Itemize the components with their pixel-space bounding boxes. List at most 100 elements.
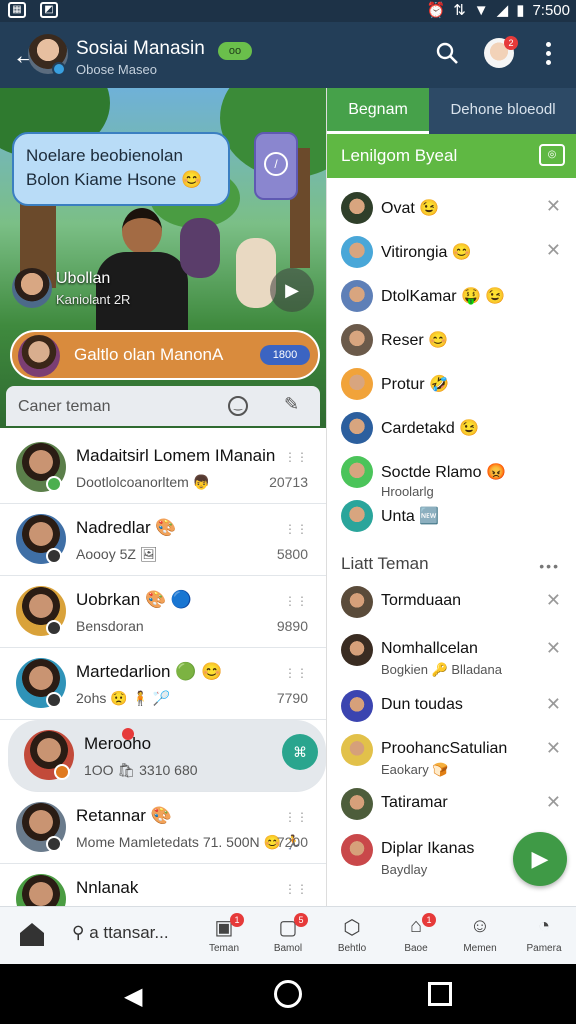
friend-row[interactable]: Tatiramar ✕ bbox=[327, 782, 576, 826]
friend-status: Eaokary 🍞 bbox=[381, 762, 449, 777]
friend-name: Protur 🤣 bbox=[381, 376, 449, 393]
last-message: 1OO 🛍 3310 680 bbox=[84, 762, 198, 778]
nav-item[interactable]: ☺ Memen bbox=[452, 907, 508, 965]
drag-handle-icon[interactable]: ⋮⋮ bbox=[284, 666, 308, 680]
nav-item[interactable]: ▣ Teman 1 bbox=[196, 907, 252, 965]
contact-name: Madaitsirl Lomem IManain bbox=[76, 446, 276, 465]
friend-row[interactable]: Nomhallcelan Bogkien 🔑 Blladana ✕ bbox=[327, 628, 576, 677]
status-dot bbox=[54, 764, 70, 780]
list-item[interactable]: Nnlanak ⋮⋮ bbox=[0, 864, 326, 906]
drag-handle-icon[interactable]: ⋮⋮ bbox=[284, 594, 308, 608]
unread-dot bbox=[122, 728, 134, 740]
avatar bbox=[341, 280, 373, 312]
nav-icon: ◔ bbox=[537, 915, 551, 937]
friend-row[interactable]: ProohancSatulian Eaokary 🍞 ✕ bbox=[327, 728, 576, 777]
home-icon[interactable] bbox=[18, 921, 46, 947]
timestamp: 7200 bbox=[276, 834, 308, 850]
avatar bbox=[341, 500, 373, 532]
friend-row[interactable]: Vitirongia 😊 ✕ bbox=[327, 230, 576, 274]
status-dot bbox=[46, 836, 62, 852]
nav-label: Bamol bbox=[273, 943, 303, 954]
list-item[interactable]: Uobrkan 🎨 🔵 Bensdoran 9890 ⋮⋮ bbox=[0, 576, 326, 648]
contact-name: Nadredlar 🎨 bbox=[76, 518, 177, 537]
list-item[interactable]: Merooho 1OO 🛍 3310 680 ⌘ bbox=[8, 720, 326, 792]
more-menu-icon[interactable] bbox=[544, 42, 552, 68]
recents-icon[interactable] bbox=[428, 982, 452, 1006]
nav-item[interactable]: ⬡ Behtlo bbox=[324, 907, 380, 965]
close-icon[interactable]: ✕ bbox=[546, 240, 561, 261]
avatar[interactable] bbox=[12, 268, 52, 308]
mic-icon[interactable]: ✎ bbox=[284, 394, 308, 418]
friend-status: Bogkien 🔑 Blladana bbox=[381, 662, 502, 677]
close-icon[interactable]: ✕ bbox=[546, 738, 561, 759]
search-icon[interactable] bbox=[436, 42, 458, 64]
photo-icon: ◩ bbox=[40, 2, 58, 18]
alarm-icon: ⏰ bbox=[426, 2, 446, 19]
close-icon[interactable]: ✕ bbox=[546, 694, 561, 715]
friend-row[interactable]: Tormduaan ✕ bbox=[327, 580, 576, 624]
video-person bbox=[96, 208, 188, 332]
friend-row[interactable]: Protur 🤣 bbox=[327, 362, 576, 406]
friend-row[interactable]: DtolKamar 🤑 😉 bbox=[327, 274, 576, 318]
timestamp: 7790 bbox=[276, 690, 308, 706]
close-icon[interactable]: ✕ bbox=[546, 638, 561, 659]
group-call-banner[interactable]: Galtlo olan ManonA 1800 bbox=[10, 330, 320, 380]
timestamp: 9890 bbox=[276, 618, 308, 634]
emoji-icon[interactable]: ‿ bbox=[228, 396, 248, 416]
friend-row[interactable]: Cardetakd 😉 bbox=[327, 406, 576, 450]
search-placeholder: Caner teman bbox=[18, 398, 111, 415]
friend-name: Ovat 😉 bbox=[381, 200, 440, 217]
nav-item[interactable]: ◔ Pamera bbox=[516, 907, 572, 965]
nav-item[interactable]: ⌂ Baoe 1 bbox=[388, 907, 444, 965]
close-icon[interactable]: ✕ bbox=[546, 590, 561, 611]
avatar bbox=[341, 324, 373, 356]
home-circle-icon[interactable] bbox=[274, 980, 302, 1008]
camera-icon[interactable]: ◎ bbox=[539, 144, 565, 166]
list-item[interactable]: Nadredlar 🎨 Aoooy 5Z 🖼 5800 ⋮⋮ bbox=[0, 504, 326, 576]
drag-handle-icon[interactable]: ⋮⋮ bbox=[284, 522, 308, 536]
drag-handle-icon[interactable]: ⋮⋮ bbox=[284, 450, 308, 464]
friend-name: Diplar Ikanas bbox=[381, 840, 475, 857]
tab-other[interactable]: Dehone bloeodl bbox=[429, 88, 576, 134]
friend-name: Soctde Rlamo 😡 bbox=[381, 464, 506, 481]
friends-panel: Begnam Dehone bloeodl Lenilgom Byeal ◎ O… bbox=[326, 88, 576, 906]
list-item[interactable]: Retannar 🎨 Mome Mamletedats 71. 500N 😊 🏃… bbox=[0, 792, 326, 864]
list-item[interactable]: Martedarlion 🟢 😊 2ohs 😟 🧍 🏸 7790 ⋮⋮ bbox=[0, 648, 326, 720]
friend-row[interactable]: Reser 😊 bbox=[327, 318, 576, 362]
close-icon[interactable]: ✕ bbox=[546, 792, 561, 813]
friend-row[interactable]: Unta 🆕 bbox=[327, 494, 576, 538]
last-message: Mome Mamletedats 71. 500N 😊 🏃 bbox=[76, 834, 303, 850]
compass-icon: / bbox=[264, 152, 288, 176]
friend-row[interactable]: Dun toudas ✕ bbox=[327, 684, 576, 728]
contact-name: Nnlanak bbox=[76, 878, 139, 897]
drag-handle-icon[interactable]: ⋮⋮ bbox=[284, 810, 308, 824]
action-icon[interactable]: ⌘ bbox=[282, 734, 318, 770]
hero-video[interactable]: Noelare beobienolan Bolon Kiame Hsone 😊 … bbox=[0, 88, 326, 428]
play-icon[interactable]: ▶ bbox=[270, 268, 314, 312]
status-dot bbox=[46, 620, 62, 636]
play-fab-button[interactable]: ▶ bbox=[513, 832, 567, 886]
close-icon[interactable]: ✕ bbox=[546, 196, 561, 217]
nav-search[interactable]: ⚲ a ttansar... bbox=[72, 923, 169, 943]
tab-active[interactable]: Begnam bbox=[327, 88, 429, 134]
avatar bbox=[341, 412, 373, 444]
friend-row[interactable]: Soctde Rlamo 😡 Hroolarlg bbox=[327, 450, 576, 499]
app-bar: ← Sosiai Manasin Obose Maseo oo 2 bbox=[0, 22, 576, 88]
friend-status: Baydlay bbox=[381, 862, 428, 877]
green-header: Lenilgom Byeal ◎ bbox=[327, 134, 576, 178]
hero-caption-sub: Kaniolant 2R bbox=[56, 292, 131, 307]
back-icon[interactable]: ◀ bbox=[124, 982, 142, 1011]
nav-item[interactable]: ▢ Bamol 5 bbox=[260, 907, 316, 965]
more-dots-icon[interactable]: ••• bbox=[539, 558, 560, 574]
avatar bbox=[341, 834, 373, 866]
search-field[interactable]: Caner teman ‿ ✎ bbox=[6, 386, 320, 426]
friend-row[interactable]: Ovat 😉 ✕ bbox=[327, 186, 576, 230]
banner-pill[interactable]: 1800 bbox=[260, 345, 310, 365]
last-message: Bensdoran bbox=[76, 618, 144, 634]
drag-handle-icon[interactable]: ⋮⋮ bbox=[284, 882, 308, 896]
avatar bbox=[341, 690, 373, 722]
system-nav: ◀ bbox=[0, 964, 576, 1024]
sticker-bubble: / bbox=[254, 132, 298, 200]
contact-name: Martedarlion 🟢 😊 bbox=[76, 662, 223, 681]
list-item[interactable]: Madaitsirl Lomem IManain Dootlolcoanorlt… bbox=[0, 432, 326, 504]
